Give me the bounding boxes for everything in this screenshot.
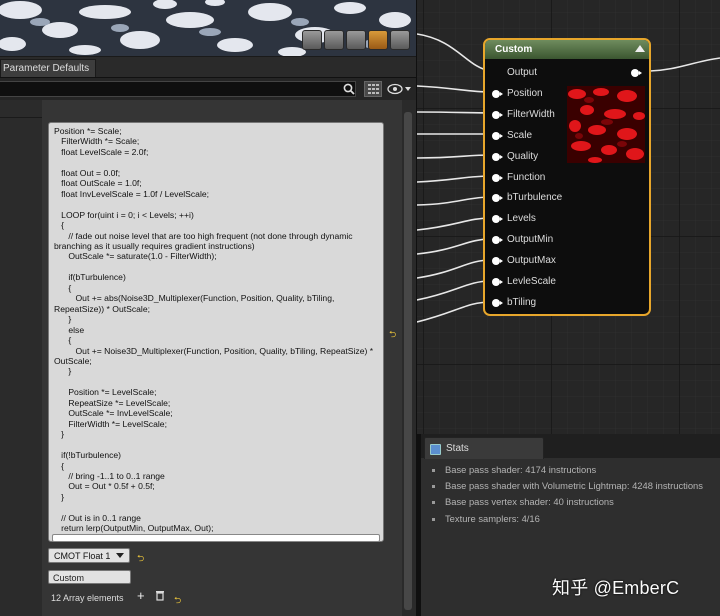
input-pin-scale[interactable] xyxy=(492,131,503,141)
input-pin-outputmax[interactable] xyxy=(492,256,503,266)
input-pin-filterwidth[interactable] xyxy=(492,110,503,120)
stats-line: Base pass shader with Volumetric Lightma… xyxy=(432,480,703,491)
input-pin-label: LevleScale xyxy=(507,276,556,287)
array-element-count: 12 Array elements xyxy=(51,593,124,603)
input-pin-outputmin[interactable] xyxy=(492,235,503,245)
chevron-down-icon xyxy=(405,87,411,91)
cylinder-icon[interactable] xyxy=(302,30,322,50)
divider xyxy=(0,117,42,118)
input-pin-label: OutputMin xyxy=(507,234,554,246)
wire-function xyxy=(417,154,492,159)
reset-to-default-icon[interactable]: ⮌ xyxy=(137,551,144,567)
trash-icon[interactable] xyxy=(155,590,165,601)
wire-outputmin xyxy=(417,217,492,231)
input-pin-bturbulence[interactable] xyxy=(492,193,503,203)
input-pin-label: bTiling xyxy=(507,296,537,308)
input-pin-btiling[interactable] xyxy=(492,298,503,308)
view-options-button[interactable] xyxy=(387,83,413,95)
stats-line: Base pass vertex shader: 40 instructions xyxy=(432,496,614,507)
input-pin-levels[interactable] xyxy=(492,214,503,224)
input-pin-label: Quality xyxy=(507,150,539,162)
bullet-icon xyxy=(432,517,435,521)
output-type-value: CMOT Float 1 xyxy=(54,551,111,561)
teapot-icon[interactable] xyxy=(390,30,410,50)
description-field[interactable]: Custom xyxy=(48,570,131,584)
input-pin-label: Position xyxy=(507,87,543,99)
input-pin-label: Scale xyxy=(507,129,533,141)
stats-line-text: Base pass shader with Volumetric Lightma… xyxy=(445,480,703,492)
wire-filterwidth xyxy=(417,85,492,93)
chevron-down-icon xyxy=(116,553,124,558)
input-pin-label: bTurbulence xyxy=(507,192,563,204)
code-horizontal-scrollbar[interactable] xyxy=(52,534,380,542)
output-pin-label: Output xyxy=(507,67,538,78)
stats-tab-label: Stats xyxy=(446,443,469,454)
wire-repeatsize xyxy=(417,301,492,323)
tab-stats[interactable]: Stats xyxy=(424,437,544,459)
sphere-icon[interactable] xyxy=(368,30,388,50)
reset-to-default-icon[interactable]: ⮌ xyxy=(389,327,396,343)
wire-position xyxy=(417,33,492,72)
wire-outputmax xyxy=(417,238,492,255)
stats-line-text: Base pass shader: 4174 instructions xyxy=(445,464,597,475)
input-pin-levlescale[interactable] xyxy=(492,277,503,287)
collapse-arrow-icon[interactable] xyxy=(635,45,645,52)
bullet-icon xyxy=(432,485,435,489)
add-element-icon[interactable]: + xyxy=(137,589,145,602)
input-pin-label: OutputMax xyxy=(507,255,556,267)
grid-icon xyxy=(368,84,379,94)
bullet-icon xyxy=(432,469,435,473)
details-search-row xyxy=(0,78,416,100)
stats-line-text: Base pass vertex shader: 40 instructions xyxy=(445,496,614,508)
output-type-dropdown[interactable]: CMOT Float 1 xyxy=(48,548,130,563)
search-input[interactable] xyxy=(0,81,356,97)
scrollbar-thumb[interactable] xyxy=(404,112,412,610)
material-preview-viewport[interactable] xyxy=(0,0,416,56)
plane-icon[interactable] xyxy=(324,30,344,50)
input-pin-quality[interactable] xyxy=(492,152,503,162)
input-pin-label: Function xyxy=(507,171,546,183)
wire-levels xyxy=(417,196,492,206)
property-name-column xyxy=(0,100,42,616)
wire-output xyxy=(649,57,720,72)
property-matrix-button[interactable] xyxy=(364,81,382,97)
code-text[interactable]: Position *= Scale; FilterWidth *= Scale;… xyxy=(49,123,383,534)
details-tab-bar: Parameter Defaults xyxy=(0,57,416,78)
node-title[interactable]: Custom xyxy=(485,40,649,59)
code-textbox[interactable]: Position *= Scale; FilterWidth *= Scale;… xyxy=(48,122,384,542)
stats-icon xyxy=(430,444,441,455)
bullet-icon xyxy=(432,501,435,505)
stats-line-text: Texture samplers: 4/16 xyxy=(445,512,540,524)
input-pin-function[interactable] xyxy=(492,173,503,183)
node-preview-thumbnail xyxy=(567,86,645,163)
wire-bturbulence xyxy=(417,175,492,183)
input-pin-label: Levels xyxy=(507,213,536,225)
wire-scale xyxy=(417,111,492,114)
wire-levlescale xyxy=(417,259,492,279)
search-icon[interactable] xyxy=(343,83,355,95)
stats-line: Texture samplers: 4/16 xyxy=(432,513,540,524)
wire-btiling xyxy=(417,280,492,301)
tab-parameter-defaults[interactable]: Parameter Defaults xyxy=(0,59,97,77)
custom-expression-node[interactable]: Custom Output Position FilterWidth Scale Qu… xyxy=(483,38,651,316)
cube-icon[interactable] xyxy=(346,30,366,50)
input-pin-label: FilterWidth xyxy=(507,108,555,120)
watermark: 知乎 @EmberC xyxy=(552,578,680,598)
reset-to-default-icon[interactable]: ⮌ xyxy=(174,593,181,609)
output-pin[interactable] xyxy=(631,68,642,78)
input-pin-position[interactable] xyxy=(492,89,503,99)
stats-line: Base pass shader: 4174 instructions xyxy=(432,464,596,475)
